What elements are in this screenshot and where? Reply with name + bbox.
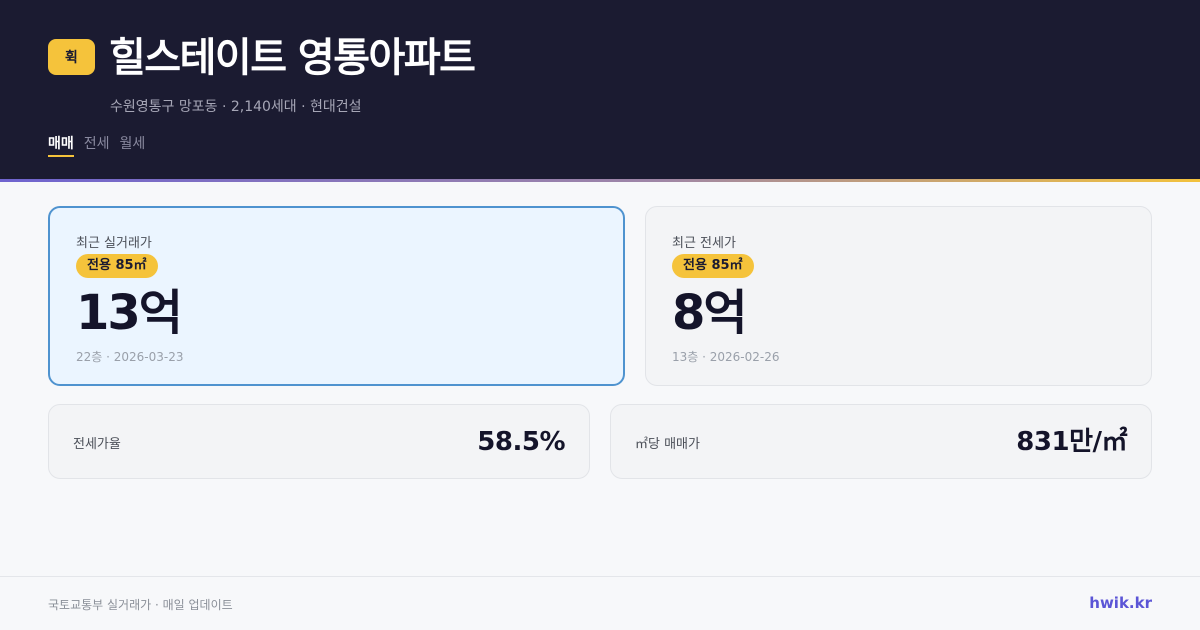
card-label: 최근 전세가: [672, 236, 736, 251]
tab-sale[interactable]: 매매: [48, 134, 74, 157]
tab-monthly-rent[interactable]: 월세: [120, 134, 146, 157]
header: 휙 힐스테이트 영통아파트 수원영통구 망포동 · 2,140세대 · 현대건설…: [0, 0, 1200, 179]
price-per-m2-card: ㎡당 매매가 831만/㎡: [610, 404, 1152, 479]
area-badge: 전용 85㎡: [672, 254, 754, 278]
recent-jeonse-price-card[interactable]: 최근 전세가 전용 85㎡ 8억 13층 · 2026-02-26: [645, 206, 1152, 386]
tab-jeonse[interactable]: 전세: [84, 134, 110, 157]
header-accent-divider: [0, 179, 1200, 182]
sale-price: 13억: [76, 285, 183, 341]
footer-divider: [0, 576, 1200, 577]
recent-sale-price-card[interactable]: 최근 실거래가 전용 85㎡ 13억 22층 · 2026-03-23: [48, 206, 625, 386]
area-badge: 전용 85㎡: [76, 254, 158, 278]
page-subtitle: 수원영통구 망포동 · 2,140세대 · 현대건설: [110, 99, 362, 115]
deal-type-tabs: 매매 전세 월세: [48, 134, 145, 157]
stat-label: ㎡당 매매가: [635, 437, 700, 452]
jeonse-ratio-card: 전세가율 58.5%: [48, 404, 590, 479]
jeonse-price: 8억: [672, 285, 748, 341]
sale-meta: 22층 · 2026-03-23: [76, 350, 184, 364]
jeonse-meta: 13층 · 2026-02-26: [672, 350, 780, 364]
stat-label: 전세가율: [73, 437, 121, 452]
price-per-m2-value: 831만/㎡: [1016, 427, 1127, 457]
logo-badge: 휙: [48, 39, 95, 75]
data-source-note: 국토교통부 실거래가 · 매일 업데이트: [48, 598, 233, 612]
card-label: 최근 실거래가: [76, 236, 152, 251]
page-title: 힐스테이트 영통아파트: [109, 35, 476, 81]
jeonse-ratio-value: 58.5%: [477, 427, 565, 457]
brand-link[interactable]: hwik.kr: [1089, 594, 1152, 612]
